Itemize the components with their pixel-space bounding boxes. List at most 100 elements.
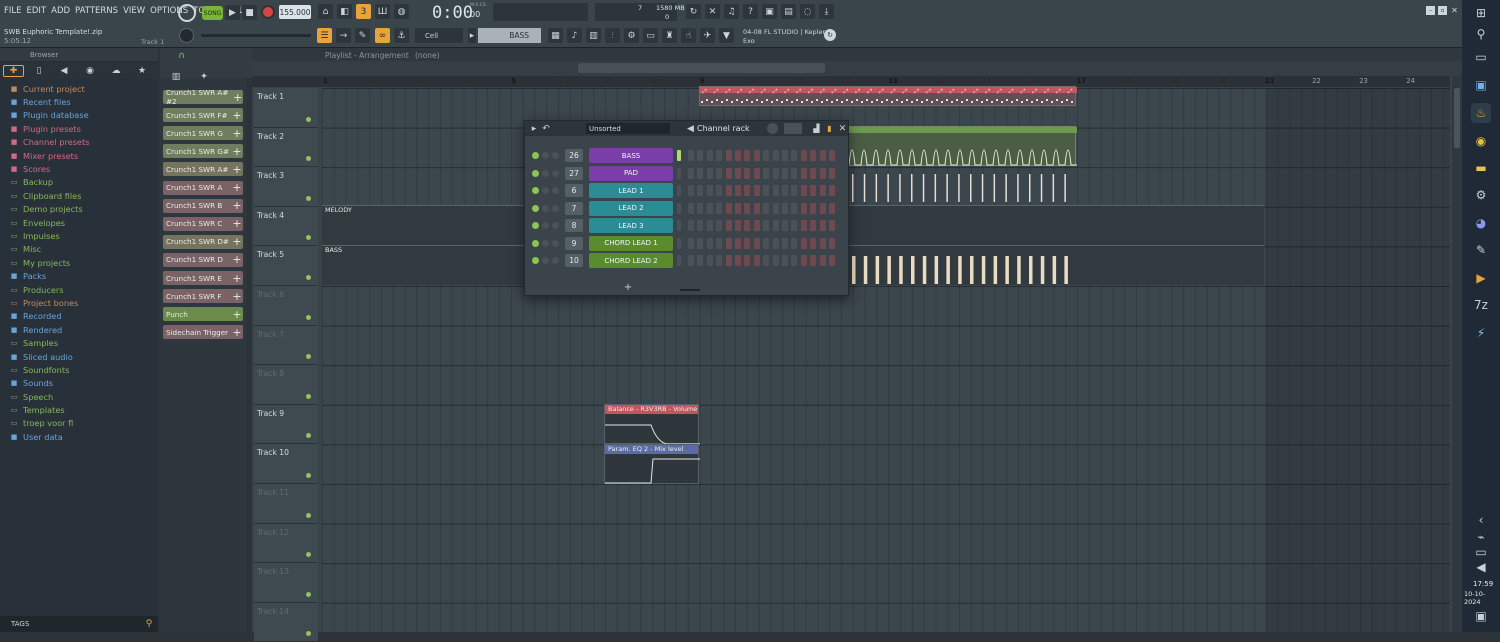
step-button[interactable] [772, 202, 779, 214]
step-button[interactable] [829, 167, 835, 179]
picker-clip[interactable]: Crunch1 SWR A# + [163, 162, 243, 177]
tempo-display[interactable]: 155.000 [279, 5, 311, 19]
add-clip-icon[interactable]: + [231, 253, 243, 266]
channel-rack-icon[interactable]: ▥ [586, 28, 601, 43]
app-icon-b[interactable]: 7z [1471, 295, 1491, 315]
step-button[interactable] [725, 167, 732, 179]
channel-select-led[interactable] [677, 150, 681, 161]
arrow-tool-icon[interactable]: → [336, 28, 351, 43]
step-button[interactable] [800, 237, 807, 249]
news-line-1[interactable]: 04-08 FL STUDIO | Kepler [743, 28, 825, 36]
step-button[interactable] [716, 202, 723, 214]
browser-item[interactable]: ▭ Envelopes [0, 216, 158, 229]
browser-item[interactable]: ■ Sliced audio [0, 350, 158, 363]
step-button[interactable] [725, 185, 732, 196]
step-button[interactable] [782, 202, 788, 214]
browser-item[interactable]: ■ Plugin presets [0, 122, 158, 135]
tray-chevron-icon[interactable]: ‹ [1471, 513, 1491, 527]
step-button[interactable] [716, 185, 723, 196]
track-mute-led[interactable] [306, 393, 311, 399]
mic-icon[interactable]: ♫ [724, 4, 739, 19]
channel-pan-knob[interactable] [542, 169, 549, 177]
step-button[interactable] [800, 167, 807, 179]
step-button[interactable] [735, 202, 741, 214]
step-button[interactable] [772, 220, 779, 231]
play-button[interactable]: ▶ [225, 5, 240, 20]
step-button[interactable] [744, 185, 751, 196]
channel-led[interactable] [532, 169, 539, 177]
step-button[interactable] [829, 237, 835, 249]
step-count-box[interactable] [784, 123, 802, 134]
step-button[interactable] [725, 150, 732, 161]
picker-clip[interactable]: Crunch1 SWR D + [163, 252, 243, 267]
step-button[interactable] [744, 220, 751, 231]
channel-led[interactable] [532, 257, 539, 264]
mixer-track-number[interactable]: 8 [565, 219, 583, 232]
browser-item[interactable]: ■ Current project [0, 82, 158, 95]
step-button[interactable] [763, 167, 770, 179]
add-clip-icon[interactable]: + [231, 199, 243, 212]
channel-pan-knob[interactable] [542, 239, 549, 247]
browser-item[interactable]: ▭ Impulses [0, 229, 158, 242]
channel-led[interactable] [532, 222, 539, 229]
browser-item[interactable]: ▭ Speech [0, 390, 158, 403]
step-button[interactable] [706, 255, 713, 266]
step-button[interactable] [791, 167, 798, 179]
step-button[interactable] [810, 202, 817, 214]
track-header[interactable]: Track 14 [254, 602, 318, 642]
track-mute-led[interactable] [306, 552, 311, 558]
step-button[interactable] [753, 150, 760, 161]
picker-patterns-icon[interactable]: ▥ [170, 71, 182, 83]
browser-item[interactable]: ▭ Soundfonts [0, 363, 158, 376]
step-button[interactable] [800, 202, 807, 214]
news-line-2[interactable]: Exo [743, 37, 755, 45]
step-button[interactable] [688, 167, 694, 179]
step-button[interactable] [706, 185, 713, 196]
track-mute-led[interactable] [306, 156, 311, 162]
channel-pan-knob[interactable] [542, 204, 549, 212]
step-button[interactable] [716, 220, 723, 231]
browser-all-tab[interactable]: ✚ [3, 65, 24, 77]
picker-clip[interactable]: Crunch1 SWR A + [163, 180, 243, 195]
menu-item-add[interactable]: ADD [51, 6, 70, 16]
browser-item[interactable]: ■ Rendered [0, 323, 158, 336]
close-icon[interactable]: ✕ [1450, 6, 1459, 15]
step-button[interactable] [791, 220, 798, 231]
channel-volume-knob[interactable] [552, 257, 559, 264]
step-button[interactable] [688, 220, 694, 231]
media-player-icon[interactable]: ▶ [1471, 268, 1491, 288]
add-clip-icon[interactable]: + [231, 109, 243, 122]
step-button[interactable] [697, 185, 704, 196]
tools-icon[interactable]: ✕ [705, 4, 720, 19]
track-header[interactable]: Track 7 [254, 325, 318, 366]
step-button[interactable] [810, 220, 817, 231]
pencil-tool-icon[interactable]: ✎ [355, 28, 370, 43]
browser-item[interactable]: ■ Mixer presets [0, 149, 158, 162]
step-button[interactable] [688, 237, 694, 249]
track-header[interactable]: Track 12 [254, 523, 318, 564]
channel-select-led[interactable] [677, 202, 681, 214]
step-button[interactable] [829, 220, 835, 231]
step-button[interactable] [819, 150, 826, 161]
browser-icon[interactable]: ▭ [643, 28, 658, 43]
step-button[interactable] [800, 150, 807, 161]
step-button[interactable] [810, 237, 817, 249]
step-button[interactable] [753, 202, 760, 214]
step-button[interactable] [716, 255, 723, 266]
add-clip-icon[interactable]: + [231, 163, 243, 176]
step-button[interactable] [791, 185, 798, 196]
channel-pan-knob[interactable] [542, 187, 549, 194]
browser-item[interactable]: ▭ Producers [0, 283, 158, 296]
add-clip-icon[interactable]: + [231, 308, 243, 321]
step-button[interactable] [791, 202, 798, 214]
browser-plugins-tab[interactable]: ◉ [84, 65, 96, 77]
network-icon[interactable]: ⌁ [1471, 530, 1491, 544]
picker-clip[interactable]: Crunch1 SWR C + [163, 216, 243, 231]
search-icon[interactable]: ⚲ [143, 618, 155, 630]
step-button[interactable] [800, 255, 807, 266]
volume-icon[interactable]: ◀ [1471, 560, 1491, 574]
graph-editor-icon[interactable]: ▟ [812, 124, 821, 133]
add-clip-icon[interactable]: + [231, 217, 243, 230]
fl-studio-taskbar-icon[interactable]: ♨ [1471, 103, 1491, 123]
step-edit-icon[interactable]: Ш [375, 4, 390, 19]
